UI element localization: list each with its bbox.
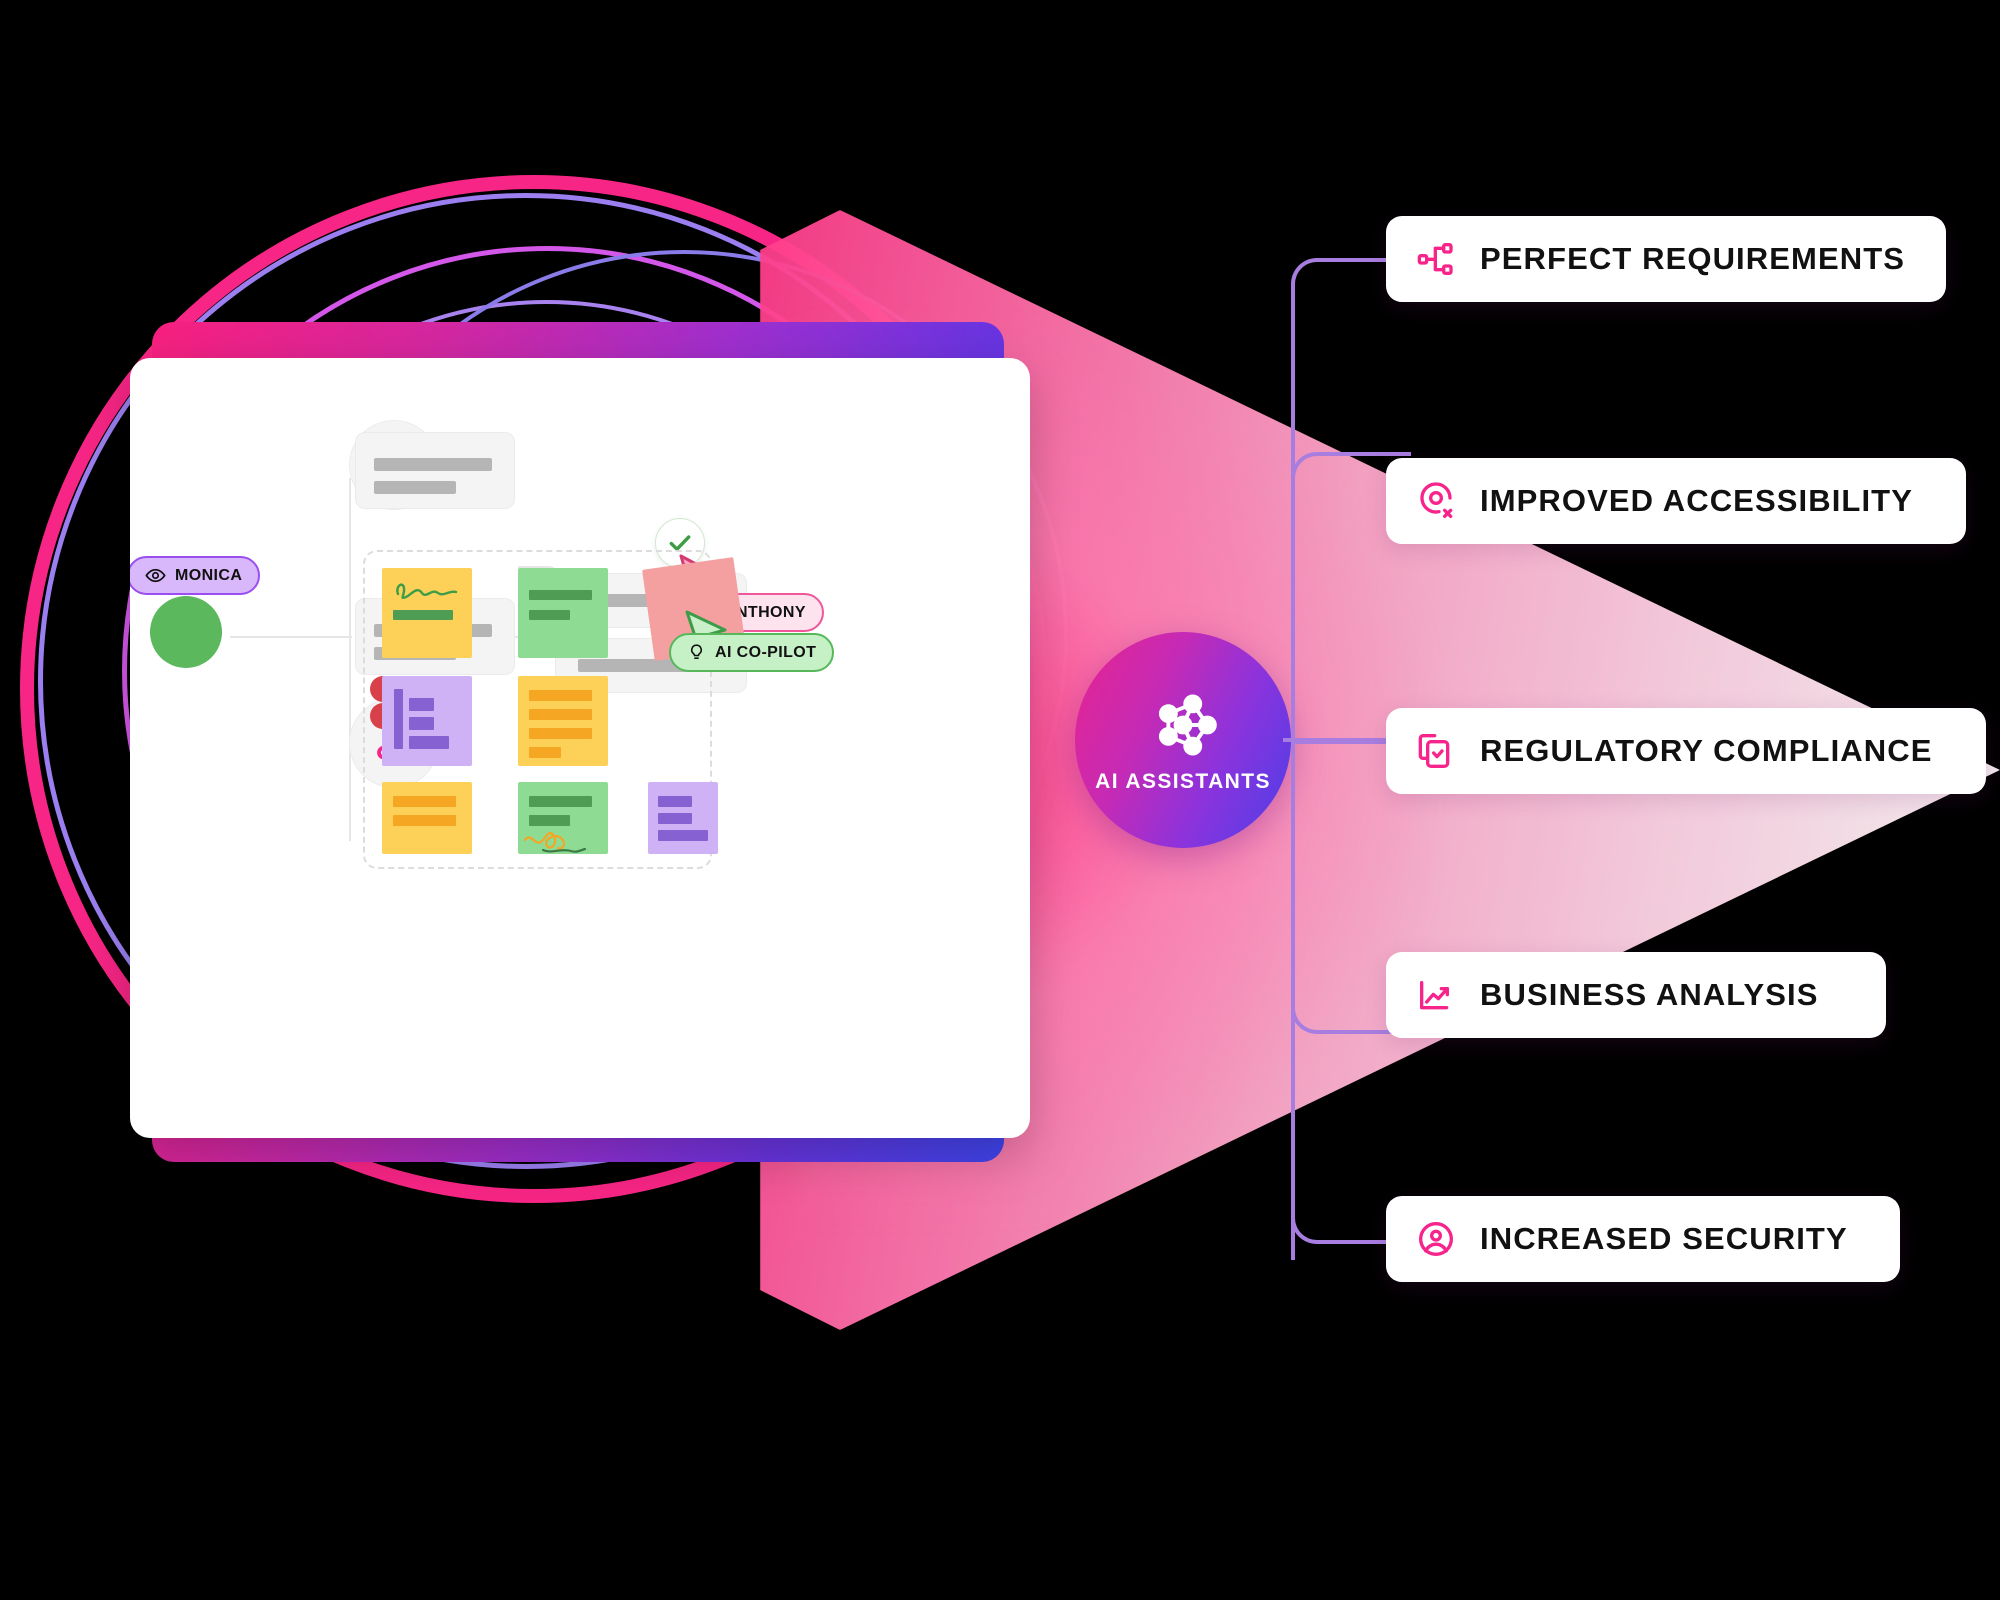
neural-network-icon (1158, 694, 1217, 756)
feature-card-improved-accessibility[interactable]: IMPROVED ACCESSIBILITY (1384, 456, 1968, 546)
connector-branch-2-end (1395, 452, 1411, 456)
sticky-note[interactable] (648, 782, 718, 854)
eye-pin-x-icon (1414, 479, 1458, 523)
collaborator-name: MONICA (175, 566, 243, 584)
sticky-note[interactable] (382, 676, 472, 766)
hierarchy-nodes-icon (1414, 237, 1458, 281)
whiteboard-panel[interactable]: MONICA ANTHONY AI CO-PILOT (130, 358, 1030, 1138)
feature-label: INCREASED SECURITY (1480, 1221, 1848, 1256)
collaborator-pill-ai-copilot[interactable]: AI CO-PILOT (669, 633, 835, 672)
feature-label: BUSINESS ANALYSIS (1480, 977, 1819, 1012)
trending-up-chart-icon (1414, 973, 1458, 1017)
eye-icon (145, 568, 166, 583)
feature-card-increased-security[interactable]: INCREASED SECURITY (1384, 1194, 1902, 1284)
feature-label: REGULATORY COMPLIANCE (1480, 733, 1933, 768)
sticky-note[interactable] (518, 568, 608, 658)
lightbulb-icon (691, 644, 702, 659)
sticky-note[interactable] (518, 676, 608, 766)
sticky-note[interactable] (382, 568, 472, 658)
sticky-note[interactable] (518, 782, 608, 854)
collaborator-name: AI CO-PILOT (715, 643, 817, 661)
documents-check-icon (1414, 729, 1458, 773)
feature-card-perfect-requirements[interactable]: PERFECT REQUIREMENTS (1384, 214, 1948, 304)
hero-illustration: MONICA ANTHONY AI CO-PILOT AI ASSISTANTS… (0, 0, 2000, 1600)
user-circle-icon (1414, 1217, 1458, 1261)
mindmap-card[interactable] (355, 432, 515, 509)
ai-node-label: AI ASSISTANTS (1095, 770, 1271, 793)
ai-assistants-node[interactable]: AI ASSISTANTS (1075, 632, 1291, 848)
handwriting-scribble-icon (396, 583, 458, 600)
signature-scribble-icon (523, 831, 587, 853)
feature-label: IMPROVED ACCESSIBILITY (1480, 483, 1913, 518)
feature-card-regulatory-compliance[interactable]: REGULATORY COMPLIANCE (1384, 706, 1988, 796)
avatar-monica (150, 596, 222, 668)
collaborator-pill-monica[interactable]: MONICA (130, 556, 261, 595)
sticky-note[interactable] (382, 782, 472, 854)
mindmap-connector (230, 636, 352, 638)
feature-label: PERFECT REQUIREMENTS (1480, 241, 1906, 276)
feature-card-business-analysis[interactable]: BUSINESS ANALYSIS (1384, 950, 1888, 1040)
